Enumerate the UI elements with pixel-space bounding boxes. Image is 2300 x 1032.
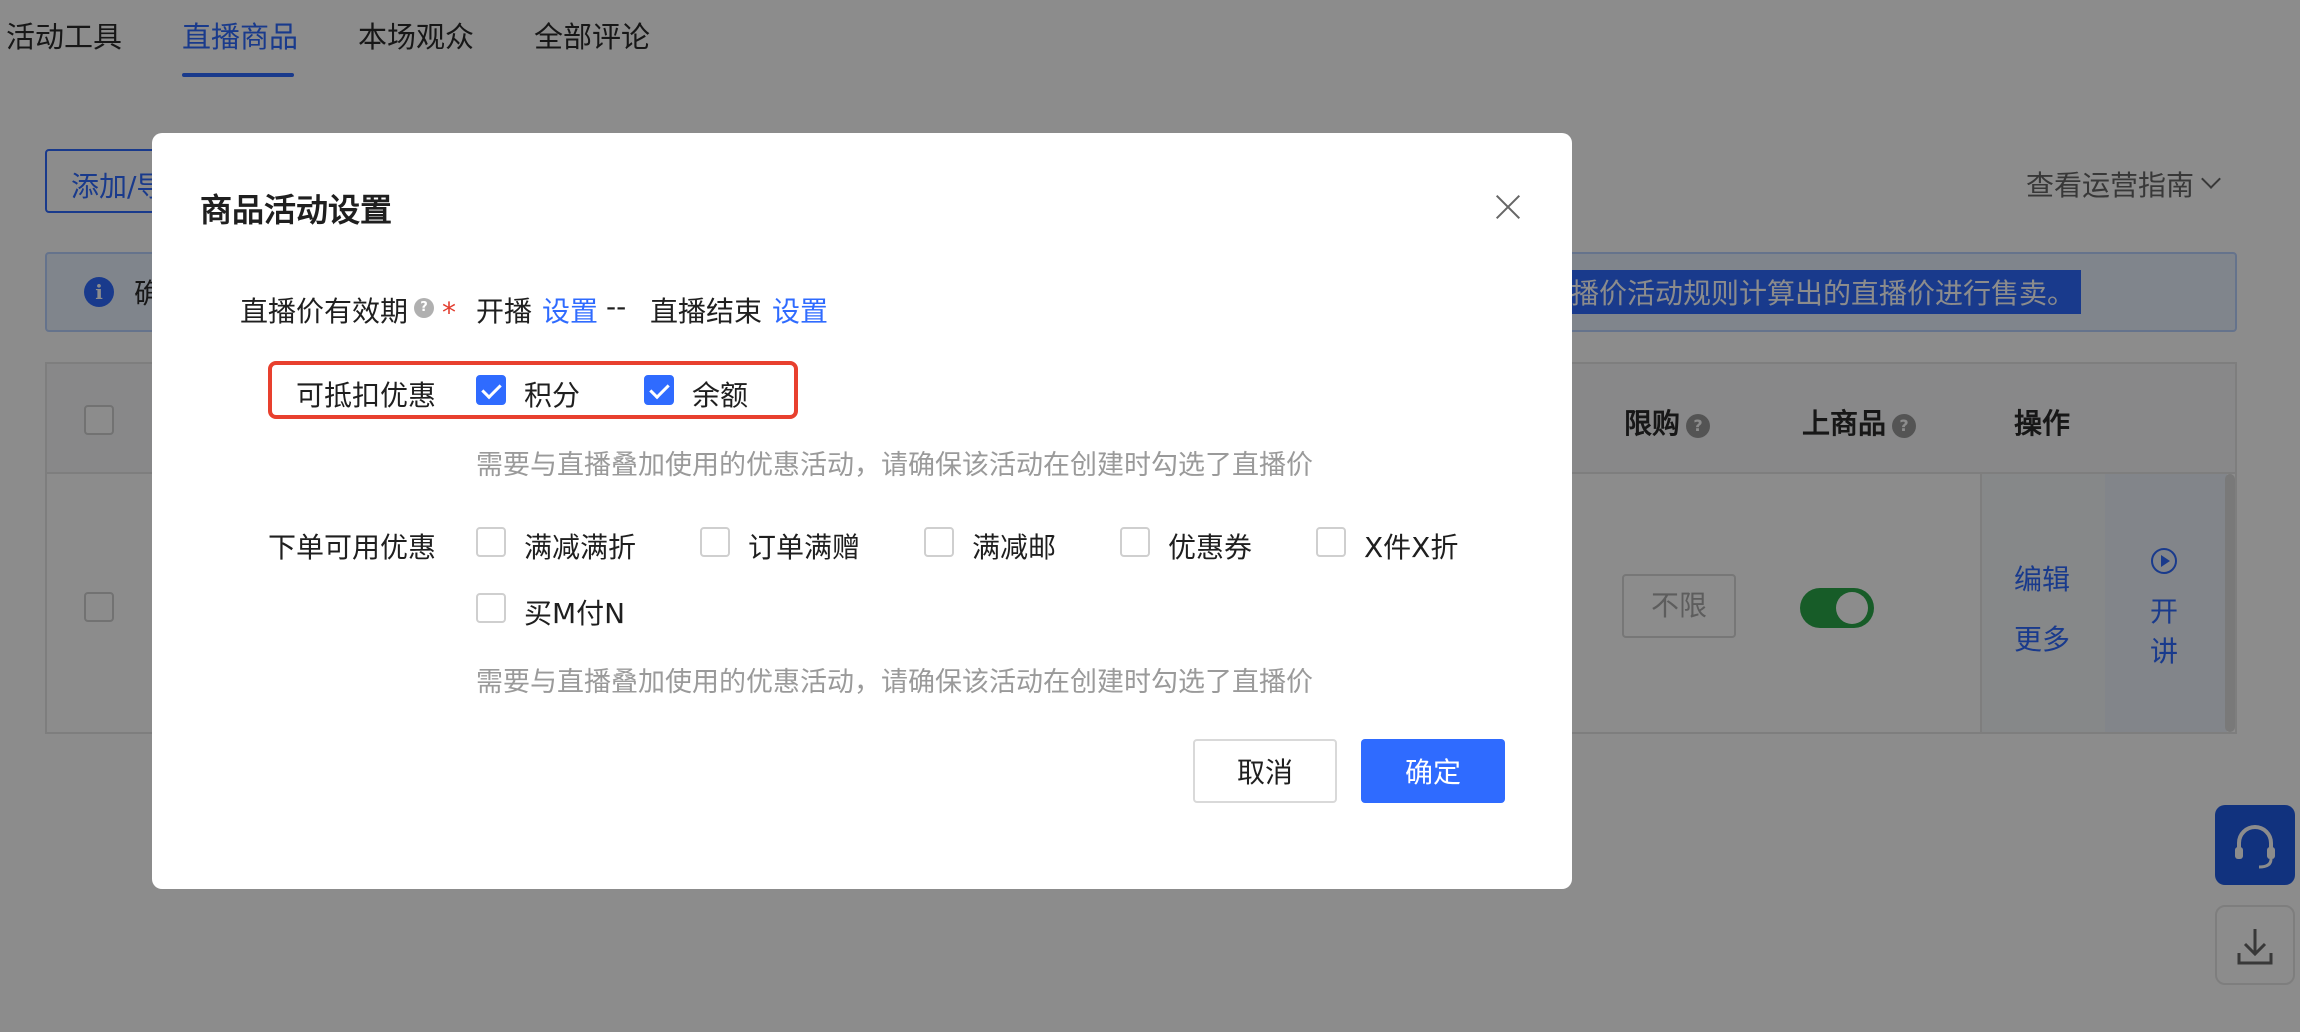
validity-start-text: 开播 <box>476 295 533 328</box>
validity-label: 直播价有效期 <box>240 295 409 328</box>
order-discounts-label: 下单可用优惠 <box>268 531 437 564</box>
checkbox-full-reduction-label[interactable]: 满减满折 <box>524 526 636 566</box>
checkbox-x-items-discount-label[interactable]: X件X折 <box>1364 526 1458 566</box>
checkbox-points-label[interactable]: 积分 <box>524 374 580 414</box>
checkbox-x-items-discount[interactable] <box>1316 527 1346 557</box>
required-mark: * <box>442 296 456 329</box>
confirm-button[interactable]: 确定 <box>1361 739 1505 803</box>
checkbox-free-shipping-label[interactable]: 满减邮 <box>972 526 1056 566</box>
checkbox-points[interactable] <box>476 375 506 405</box>
checkbox-balance[interactable] <box>644 375 674 405</box>
checkbox-coupon-label[interactable]: 优惠券 <box>1168 526 1252 566</box>
cancel-button[interactable]: 取消 <box>1193 739 1337 803</box>
checkbox-order-gift[interactable] <box>700 527 730 557</box>
validity-end-text: 直播结束 <box>650 295 763 328</box>
product-activity-settings-dialog <box>152 133 1572 889</box>
dialog-title: 商品活动设置 <box>200 191 393 229</box>
checkbox-free-shipping[interactable] <box>924 527 954 557</box>
help-icon[interactable]: ? <box>414 298 434 318</box>
order-discounts-hint: 需要与直播叠加使用的优惠活动，请确保该活动在创建时勾选了直播价 <box>476 667 1313 698</box>
checkbox-buy-m-pay-n[interactable] <box>476 593 506 623</box>
checkbox-buy-m-pay-n-label[interactable]: 买M付N <box>524 592 625 632</box>
validity-separator: -- <box>606 290 627 323</box>
validity-start-set-link[interactable]: 设置 <box>542 290 598 330</box>
deductible-hint: 需要与直播叠加使用的优惠活动，请确保该活动在创建时勾选了直播价 <box>476 450 1313 481</box>
checkbox-balance-label[interactable]: 余额 <box>692 374 748 414</box>
deductible-label: 可抵扣优惠 <box>296 379 437 412</box>
checkbox-full-reduction[interactable] <box>476 527 506 557</box>
close-icon[interactable] <box>1490 189 1526 225</box>
checkbox-order-gift-label[interactable]: 订单满赠 <box>748 526 860 566</box>
validity-end-set-link[interactable]: 设置 <box>772 290 828 330</box>
checkbox-coupon[interactable] <box>1120 527 1150 557</box>
